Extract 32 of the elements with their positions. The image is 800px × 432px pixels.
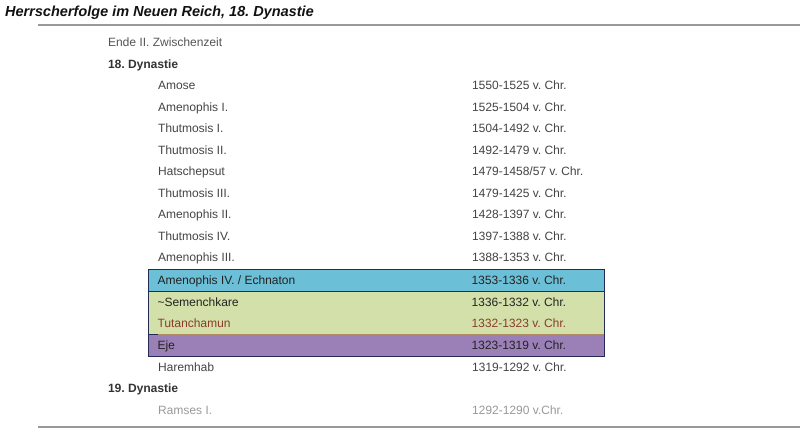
ruler-name: Thutmosis IV. [158,228,232,244]
ruler-name: Hatschepsut [158,163,226,180]
section-heading: Ende II. Zwischenzeit [108,35,222,49]
reign-dates: 1353-1336 v. Chr. [472,272,568,288]
reign-dates: 1428-1397 v. Chr. [472,206,568,223]
ruler-name: Amose [158,77,196,94]
reign-dates: 1479-1458/57 v. Chr. [472,163,584,180]
reign-dates: 1550-1525 v. Chr. [472,77,568,94]
section-heading: 19. Dynastie [108,381,178,395]
reign-dates: 1323-1319 v. Chr. [472,336,568,354]
reign-dates: 1525-1504 v. Chr. [472,98,568,116]
ruler-name: Amenophis III. [158,249,236,266]
page-title: Herrscherfolge im Neuen Reich, 18. Dynastie [4,3,315,22]
reign-dates: 1479-1425 v. Chr. [472,184,568,202]
reign-dates: 1492-1479 v. Chr. [472,142,568,158]
reign-dates: 1388-1353 v. Chr. [472,249,568,266]
ruler-name: Ramses I. [158,402,214,418]
reign-dates: 1319-1292 v. Chr. [472,358,568,376]
reign-dates: 1336-1332 v. Chr. [472,294,568,310]
ruler-name: Amenophis II. [158,206,232,223]
ruler-name: Amenophis I. [158,98,230,116]
reign-dates: 1397-1388 v. Chr. [472,228,568,244]
ruler-name: Thutmosis III. [158,184,232,202]
ruler-name: Thutmosis I. [158,120,224,137]
ruler-name: Eje [158,336,176,354]
ruler-name: Haremhab [158,358,216,376]
ruler-name: Thutmosis II. [158,142,228,158]
reign-dates: 1292-1290 v.Chr. [472,402,564,418]
reign-dates: 1504-1492 v. Chr. [472,120,568,137]
ruler-name: ~Semenchkare [158,294,240,310]
ruler-name: Amenophis IV. / Echnaton [158,272,296,288]
section-heading: 18. Dynastie [108,56,178,70]
